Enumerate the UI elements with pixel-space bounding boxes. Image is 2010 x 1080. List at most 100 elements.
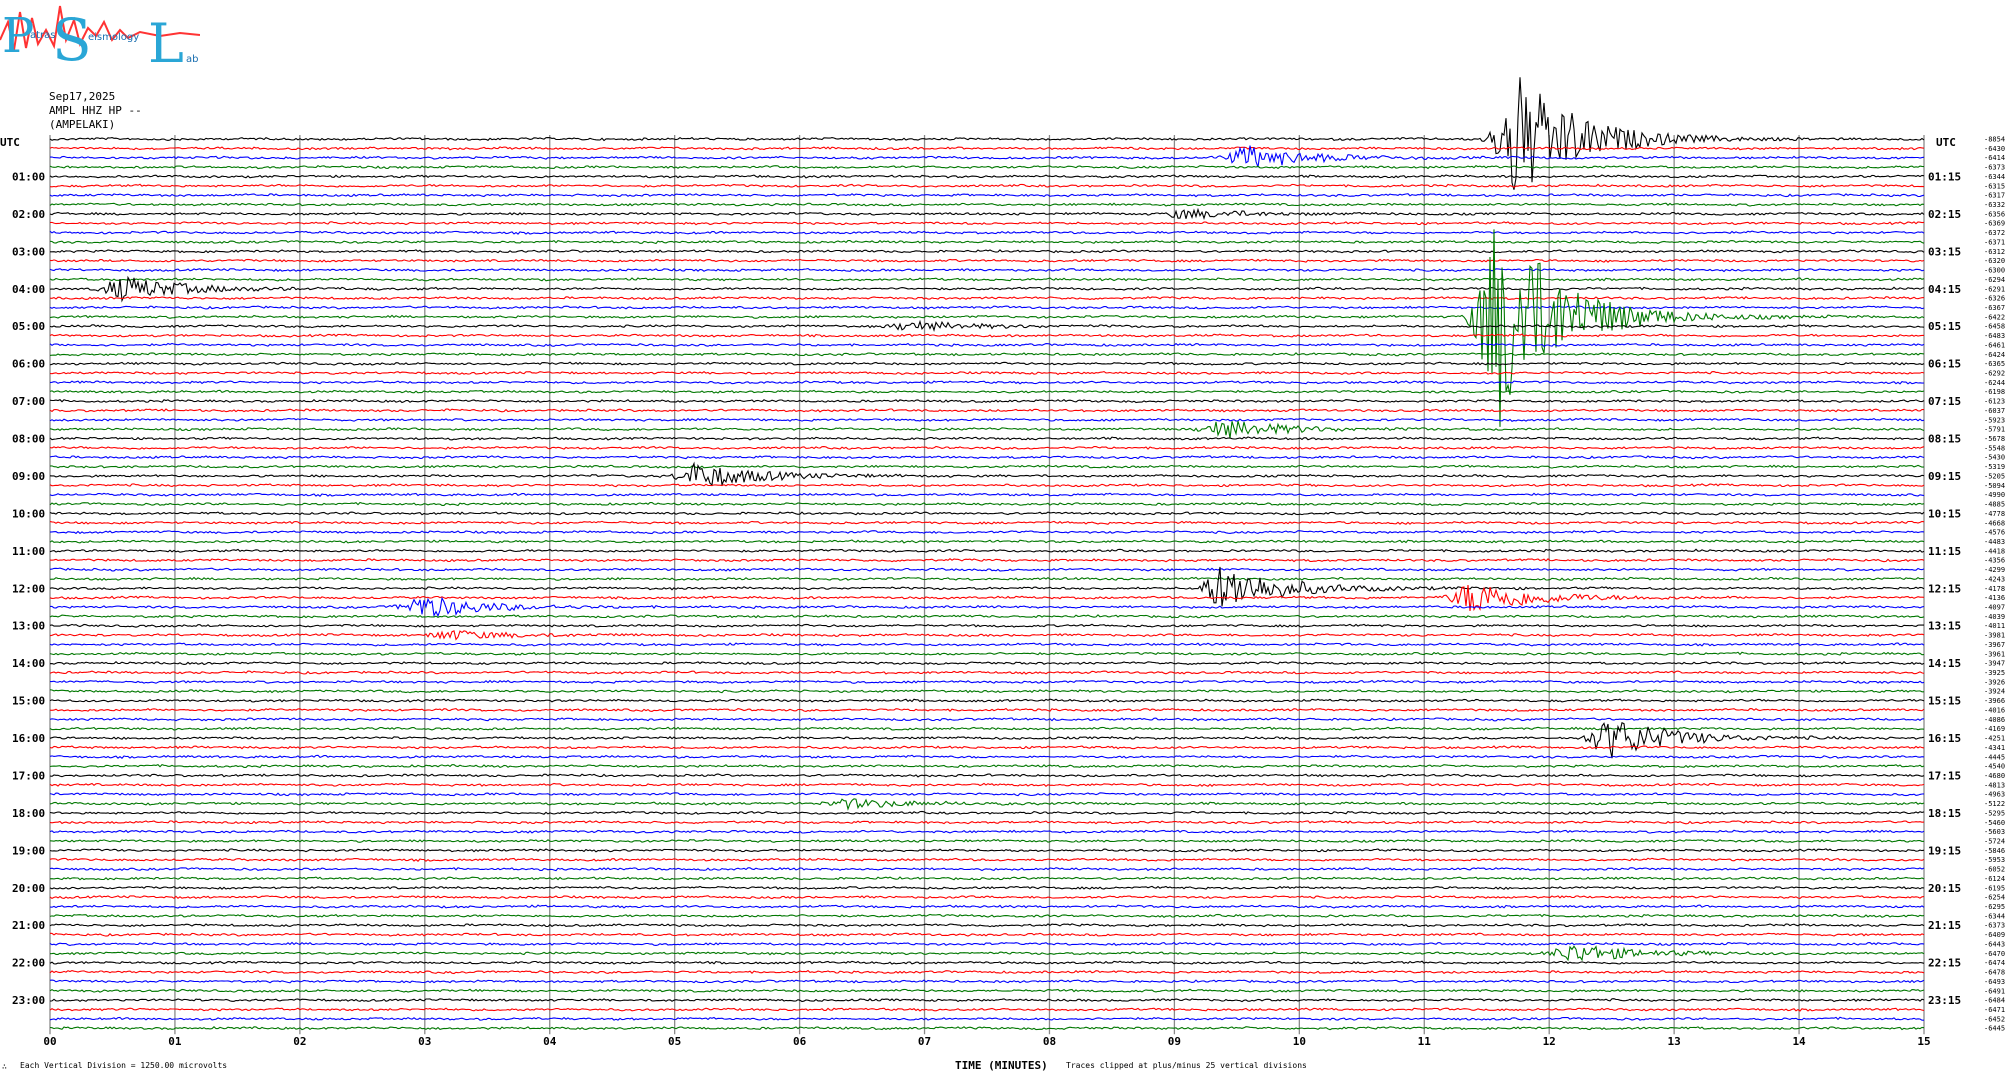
x-tick-label: 15 (1917, 1035, 1930, 1048)
row-offset-label: -5430 (1984, 454, 2005, 462)
hour-label-left: 22:00 (12, 957, 45, 970)
trace-row (49, 483, 1925, 488)
row-offset-label: -6409 (1984, 931, 2005, 939)
trace-row (49, 530, 1925, 535)
row-offset-label: -3925 (1984, 669, 2005, 677)
x-tick-label: 03 (418, 1035, 431, 1048)
row-offset-label: -5295 (1984, 809, 2005, 817)
row-offset-label: -5923 (1984, 416, 2005, 424)
trace-row (49, 885, 1925, 890)
trace-row (49, 932, 1925, 937)
row-offset-label: -3966 (1984, 697, 2005, 705)
row-offset-label: -6344 (1984, 173, 2005, 181)
trace-row (49, 520, 1925, 525)
trace-row (49, 436, 1925, 441)
hour-label-left: 18:00 (12, 807, 45, 820)
x-tick-label: 06 (793, 1035, 807, 1048)
hour-label-left: 20:00 (12, 882, 45, 895)
hour-label-right: 01:15 (1928, 170, 1961, 183)
hour-label-left: 02:00 (12, 208, 45, 221)
trace-row (49, 960, 1925, 965)
trace-row (49, 782, 1925, 788)
row-offset-label: -4169 (1984, 725, 2005, 733)
trace-row (49, 754, 1925, 759)
trace-row (49, 501, 1925, 507)
trace-row (49, 567, 1925, 572)
trace-row (49, 193, 1925, 198)
trace-row (49, 305, 1925, 310)
row-offset-label: -6422 (1984, 313, 2005, 321)
row-offset-label: -5094 (1984, 482, 2005, 490)
vertical-scale-note: Each Vertical Division = 1250.00 microvo… (20, 1061, 228, 1070)
x-tick-label: 00 (43, 1035, 56, 1048)
trace-row (49, 207, 1925, 221)
trace-row (49, 295, 1925, 301)
trace-row (49, 566, 1925, 607)
trace-row (49, 1016, 1924, 1021)
row-offset-label: -4778 (1984, 510, 2005, 518)
row-offset-label: -6292 (1984, 370, 2005, 378)
hour-label-left: 16:00 (12, 732, 45, 745)
hour-label-right: 11:15 (1928, 545, 1961, 558)
row-offset-label: -4576 (1984, 529, 2005, 537)
row-offset-label: -6198 (1984, 388, 2005, 396)
trace-row (49, 77, 1925, 190)
trace-row (49, 146, 1925, 151)
trace-row (49, 1007, 1925, 1012)
row-offset-label: -6424 (1984, 351, 2005, 359)
trace-row (49, 548, 1925, 553)
row-offset-label: -6037 (1984, 407, 2005, 415)
row-offset-label: -6344 (1984, 912, 2005, 920)
trace-row (49, 763, 1925, 769)
trace-row (49, 876, 1925, 881)
trace-row (49, 361, 1925, 366)
row-offset-label: -4086 (1984, 716, 2005, 724)
trace-row (49, 866, 1925, 872)
row-offset-label: -6365 (1984, 360, 2005, 368)
trace-row (49, 380, 1925, 385)
row-offset-label: -6320 (1984, 257, 2005, 265)
row-offset-label: -4356 (1984, 557, 2005, 565)
trace-row (49, 342, 1925, 347)
hour-label-right: 15:15 (1928, 695, 1961, 708)
hour-label-left: 15:00 (12, 695, 45, 708)
trace-row (49, 945, 1925, 962)
trace-row (49, 941, 1925, 946)
row-offset-label: -6052 (1984, 866, 2005, 874)
row-offset-label: -4299 (1984, 566, 2005, 574)
hour-label-right: 13:15 (1928, 620, 1961, 633)
trace-row (49, 417, 1925, 422)
row-offset-label: -3961 (1984, 650, 2005, 658)
hour-label-left: 06:00 (12, 358, 45, 371)
row-offset-label: -4251 (1984, 735, 2005, 743)
trace-row (49, 277, 1925, 282)
hour-label-right: 06:15 (1928, 358, 1961, 371)
row-offset-label: -8854 (1984, 136, 2005, 144)
hour-label-left: 05:00 (12, 320, 45, 333)
row-offset-label: -6317 (1984, 192, 2005, 200)
hour-label-right: 07:15 (1928, 395, 1961, 408)
corner-mark: ∴ (2, 1062, 7, 1071)
hour-label-right: 03:15 (1928, 245, 1961, 258)
row-offset-label: -6471 (1984, 1006, 2005, 1014)
trace-row (49, 829, 1925, 834)
row-offset-label: -6373 (1984, 164, 2005, 172)
row-offset-label: -5319 (1984, 463, 2005, 471)
row-offset-label: -6452 (1984, 1015, 2005, 1023)
row-offset-label: -3981 (1984, 632, 2005, 640)
trace-row (49, 792, 1925, 797)
trace-row (49, 174, 1925, 179)
hour-label-left: 09:00 (12, 470, 45, 483)
trace-row (49, 352, 1925, 357)
hour-label-left: 23:00 (12, 994, 45, 1007)
trace-row (49, 398, 1925, 404)
x-tick-label: 05 (668, 1035, 681, 1048)
row-offset-label: -6367 (1984, 304, 2005, 312)
row-offset-label: -4418 (1984, 547, 2005, 555)
trace-row (49, 698, 1925, 703)
row-offset-label: -4178 (1984, 585, 2005, 593)
hour-label-left: 19:00 (12, 844, 45, 857)
hour-label-left: 17:00 (12, 769, 45, 782)
row-offset-label: -5122 (1984, 800, 2005, 808)
trace-row (49, 408, 1924, 413)
